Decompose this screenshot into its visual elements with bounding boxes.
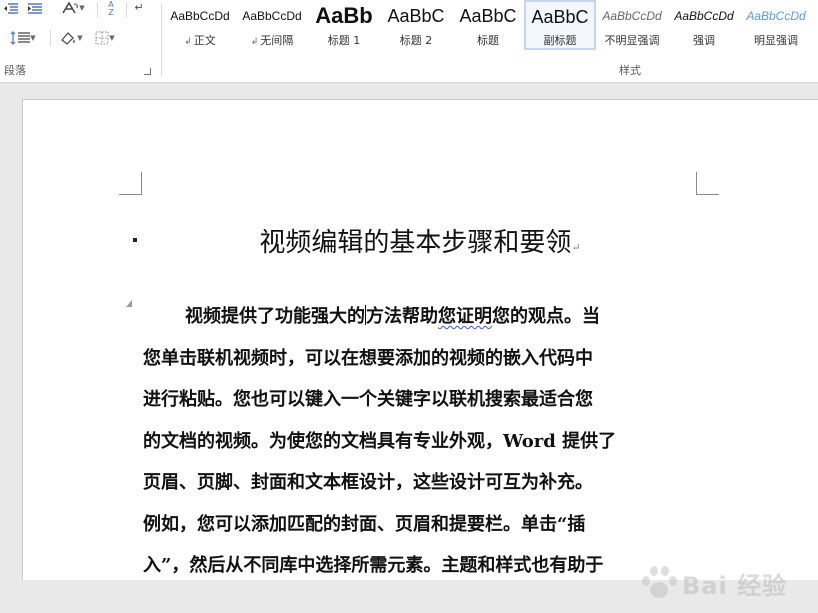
- dialog-launcher-icon[interactable]: [144, 68, 151, 75]
- chevron-down-icon: ▼: [77, 33, 83, 42]
- style-name: 标题 1: [327, 34, 361, 47]
- style-title[interactable]: AaBbC 标题: [452, 0, 524, 50]
- body-line: 例如，您可以添加匹配的封面、页眉和提要栏。单击“插: [143, 513, 586, 535]
- style-name: 不明显强调: [604, 34, 660, 47]
- style-preview: AaBb: [315, 3, 373, 28]
- style-name: 强调: [693, 34, 715, 47]
- document-body[interactable]: 视频提供了功能强大的方法帮助您证明您的观点。当 您单击联机视频时，可以在想要添加…: [143, 296, 703, 587]
- style-preview: AaBbCcDd: [242, 9, 302, 23]
- paragraph-group-label: 段落: [4, 64, 26, 77]
- body-line: 视频提供了功能强大的方法帮助您证明您的观点。当: [143, 296, 703, 338]
- style-subtle-emphasis[interactable]: AaBbCcDd 不明显强调: [596, 0, 668, 50]
- paragraph-mark-icon: ↲: [184, 37, 192, 47]
- chevron-down-icon: ▼: [30, 33, 36, 42]
- style-preview: AaBbCcDd: [170, 9, 230, 23]
- sort-icon[interactable]: A Z: [100, 0, 122, 18]
- body-line: 入”，然后从不同库中选择所需元素。主题和样式也有助于: [143, 555, 604, 576]
- style-preview: AaBbCcDd: [602, 9, 662, 23]
- paragraph-group: ▼ A Z ↵ ▼ ▼ ▼ 段落: [0, 0, 162, 82]
- body-line: 页眉、页脚、封面和文本框设计，这些设计可互为补充。: [143, 472, 593, 493]
- list-bullet: [133, 238, 137, 242]
- paragraph-mark-icon: ↵: [571, 241, 581, 254]
- decrease-indent-icon[interactable]: [2, 0, 20, 16]
- crop-mark-top-left: [119, 172, 142, 195]
- style-name: 标题 2: [399, 34, 433, 47]
- paw-logo-icon: [640, 564, 678, 602]
- chevron-down-icon: ▼: [109, 33, 115, 42]
- style-name: 标题: [477, 34, 499, 47]
- divider: [126, 2, 127, 18]
- style-name: 正文: [193, 34, 216, 47]
- body-line: 的文档的视频。为使您的文档具有专业外观，Word 提供了: [143, 430, 617, 452]
- paragraph-mark-icon: ↲: [250, 37, 259, 47]
- paragraph-mark-icon[interactable]: ↵: [132, 0, 146, 14]
- body-line: 进行粘贴。您也可以键入一个关键字以联机搜索最适合您: [143, 389, 593, 410]
- sort-glyph-bottom: Z: [108, 8, 114, 17]
- divider: [97, 2, 98, 18]
- group-divider: [161, 4, 162, 76]
- ribbon: ▼ A Z ↵ ▼ ▼ ▼ 段落 AaBbCcDd ↲ 正文 AaBbCcDd …: [0, 0, 818, 83]
- chevron-down-icon: ▼: [79, 3, 85, 12]
- style-subtitle[interactable]: AaBbC 副标题: [524, 0, 596, 50]
- watermark-text: Bai 经验: [682, 571, 788, 600]
- paragraph-anchor-icon: [126, 300, 132, 307]
- body-text-segment: 视频提供了功能强大的: [185, 306, 365, 327]
- style-emphasis[interactable]: AaBbCcDd 强调: [668, 0, 740, 50]
- style-preview: AaBbC: [459, 5, 517, 26]
- body-line: 您单击联机视频时，可以在想要添加的视频的嵌入代码中: [143, 347, 593, 369]
- watermark: Bai 经验: [640, 553, 810, 613]
- style-preview: AaBbCcDd: [746, 9, 806, 23]
- body-text-segment: 方法帮助: [366, 306, 438, 327]
- style-heading-1[interactable]: AaBb 标题 1: [308, 0, 380, 50]
- document-area: 视频编辑的基本步骤和要领↵ 视频提供了功能强大的方法帮助您证明您的观点。当 您单…: [0, 83, 818, 600]
- styles-gallery: AaBbCcDd ↲ 正文 AaBbCcDd ↲ 无间隔 AaBb 标题 1 AaB…: [164, 0, 818, 52]
- style-preview: AaBbC: [387, 5, 445, 26]
- body-text-segment: 您的观点。当: [492, 306, 600, 327]
- asian-layout-icon[interactable]: ▼: [58, 0, 88, 16]
- increase-indent-icon[interactable]: [26, 0, 44, 16]
- style-name: 副标题: [543, 34, 577, 47]
- crop-mark-top-right: [696, 172, 719, 195]
- style-heading-2[interactable]: AaBbC 标题 2: [380, 0, 452, 50]
- style-normal[interactable]: AaBbCcDd ↲ 正文: [164, 0, 236, 50]
- document-page[interactable]: 视频编辑的基本步骤和要领↵ 视频提供了功能强大的方法帮助您证明您的观点。当 您单…: [22, 99, 818, 580]
- style-no-spacing[interactable]: AaBbCcDd ↲ 无间隔: [236, 0, 308, 50]
- style-preview: AaBbCcDd: [674, 9, 734, 23]
- divider: [50, 30, 51, 46]
- shading-icon[interactable]: ▼: [56, 30, 86, 46]
- style-intense-emphasis[interactable]: AaBbCcDd 明显强调: [740, 0, 812, 50]
- document-title-text: 视频编辑的基本步骤和要领: [259, 228, 572, 258]
- style-name: 明显强调: [754, 34, 798, 47]
- style-name: 无间隔: [260, 34, 294, 47]
- line-spacing-icon[interactable]: ▼: [4, 30, 42, 46]
- styles-group-label: 样式: [619, 64, 641, 77]
- grammar-squiggle[interactable]: 您证明: [438, 306, 492, 327]
- document-title[interactable]: 视频编辑的基本步骤和要领↵: [143, 222, 697, 259]
- style-preview: AaBbC: [531, 6, 589, 27]
- borders-icon[interactable]: ▼: [90, 30, 120, 46]
